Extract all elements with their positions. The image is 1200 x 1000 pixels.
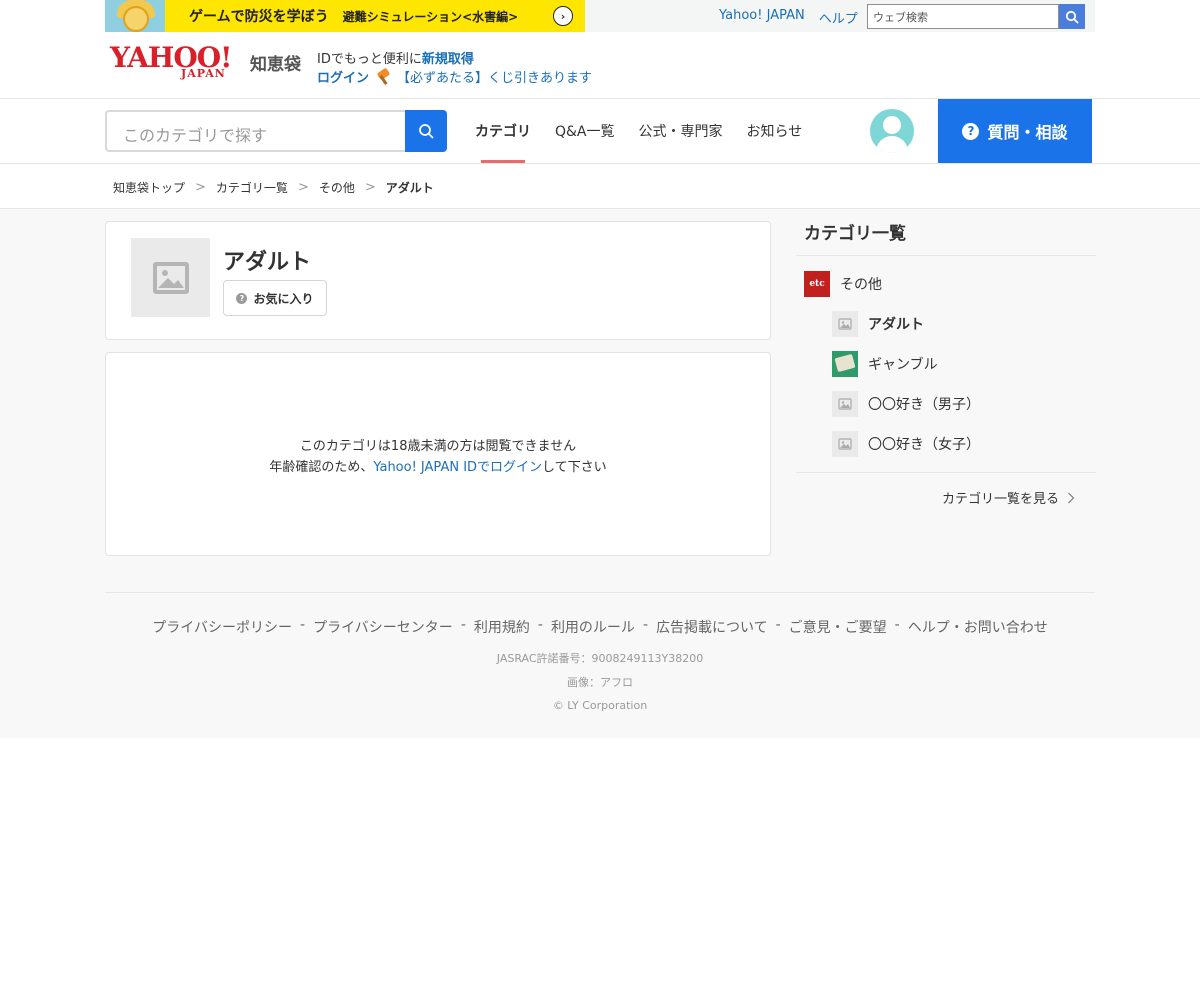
breadcrumb-category-list[interactable]: カテゴリ一覧 xyxy=(216,179,288,196)
footer-link-privacy-policy[interactable]: プライバシーポリシー xyxy=(152,617,292,637)
breadcrumb-other[interactable]: その他 xyxy=(319,179,355,196)
signup-link[interactable]: 新規取得 xyxy=(422,52,474,67)
breadcrumb-current: アダルト xyxy=(385,181,434,195)
top-links: Yahoo! JAPAN ヘルプ xyxy=(719,8,858,27)
see-all-categories-link[interactable]: カテゴリ一覧を見る xyxy=(942,488,1075,507)
favorite-label: お気に入り xyxy=(253,291,314,306)
avatar[interactable] xyxy=(870,109,914,153)
age-verification-prefix: 年齢確認のため、 xyxy=(269,460,374,475)
sidebar-item-label: アダルト xyxy=(868,317,924,333)
tab-category[interactable]: カテゴリ xyxy=(463,99,543,163)
sidebar-divider xyxy=(796,255,1096,256)
sidebar-item-label: 〇〇好き（男子） xyxy=(868,397,980,413)
gamble-thumbnail xyxy=(832,351,858,377)
top-strip: ゲームで防災を学ぼう 避難シミュレーション<水害編> › Yahoo! JAPA… xyxy=(105,0,1095,32)
ask-question-button[interactable]: ? 質問・相談 xyxy=(938,99,1092,163)
sidebar-item-label: その他 xyxy=(840,277,882,293)
footer-separator: - xyxy=(775,617,781,633)
etc-icon: etc xyxy=(804,271,830,297)
jasrac-number: JASRAC許諾番号：9008249113Y38200 xyxy=(496,652,704,665)
yahoo-logo-japan: JAPAN xyxy=(181,67,226,80)
web-search: ウェブ検索 xyxy=(867,4,1105,29)
category-header-card: アダルト ? お気に入り xyxy=(105,221,771,340)
promo-banner[interactable]: ゲームで防災を学ぼう 避難シミュレーション<水害編> › xyxy=(105,0,585,32)
sidebar-item-other[interactable]: etc その他 xyxy=(804,271,882,297)
breadcrumb: 知恵袋トップ > カテゴリ一覧 > その他 > アダルト xyxy=(113,179,434,196)
see-all-categories-label: カテゴリ一覧を見る xyxy=(942,492,1060,507)
breadcrumb-separator-icon: > xyxy=(364,180,376,195)
footer-link-feedback[interactable]: ご意見・ご要望 xyxy=(789,617,887,637)
favorite-button[interactable]: ? お気に入り xyxy=(223,280,327,316)
category-thumbnail xyxy=(131,238,210,317)
footer-separator: - xyxy=(894,617,900,633)
web-search-input[interactable]: ウェブ検索 xyxy=(867,4,1059,29)
breadcrumb-separator-icon: > xyxy=(297,180,309,195)
question-icon: ? xyxy=(236,292,248,304)
footer-separator: - xyxy=(460,617,466,633)
nav-row: このカテゴリで探す カテゴリ Q&A一覧 公式・専門家 お知らせ ? 質問・相談 xyxy=(0,99,1200,164)
question-icon: ? xyxy=(962,122,980,140)
chevron-right-icon[interactable]: › xyxy=(553,6,573,26)
login-row: ログイン 【必ずあたる】くじ引きあります xyxy=(317,67,592,86)
sidebar-item-adult[interactable]: アダルト xyxy=(832,311,924,337)
search-icon xyxy=(1065,10,1079,24)
age-restriction-card: このカテゴリは18歳未満の方は閲覧できません 年齢確認のため、Yahoo! JA… xyxy=(105,352,771,556)
copyright: © LY Corporation xyxy=(552,699,648,712)
age-verification-message: 年齢確認のため、Yahoo! JAPAN IDでログインして下さい xyxy=(106,456,770,475)
sidebar-item-label: 〇〇好き（女子） xyxy=(868,437,980,453)
age-restriction-message: このカテゴリは18歳未満の方は閲覧できません xyxy=(299,439,577,454)
web-search-button[interactable] xyxy=(1059,4,1085,29)
search-icon xyxy=(419,124,434,139)
footer-link-advertising[interactable]: 広告掲載について xyxy=(656,617,768,637)
yahoo-japan-link[interactable]: Yahoo! JAPAN xyxy=(719,8,805,27)
category-search-button[interactable] xyxy=(405,110,447,152)
footer-link-terms[interactable]: 利用規約 xyxy=(474,617,530,637)
breadcrumb-top[interactable]: 知恵袋トップ xyxy=(113,179,185,196)
category-search: このカテゴリで探す xyxy=(105,110,447,152)
promo-headline: ゲームで防災を学ぼう xyxy=(189,9,329,25)
footer-separator: - xyxy=(537,617,543,633)
footer-separator: - xyxy=(300,617,306,633)
ask-question-label: 質問・相談 xyxy=(987,123,1068,142)
image-placeholder-icon xyxy=(152,261,189,294)
footer-links: プライバシーポリシー - プライバシーセンター - 利用規約 - 利用のルール … xyxy=(0,617,1200,637)
image-credit: 画像：アフロ xyxy=(567,676,633,689)
chevron-right-icon xyxy=(1068,492,1075,503)
id-promo-text: IDでもっと便利に xyxy=(317,52,422,67)
page-title: アダルト xyxy=(223,250,312,275)
id-promo: IDでもっと便利に新規取得 xyxy=(317,48,474,67)
sidebar-title: カテゴリ一覧 xyxy=(804,224,906,244)
category-search-input[interactable]: このカテゴリで探す xyxy=(105,110,405,152)
yahoo-id-login-link[interactable]: Yahoo! JAPAN IDでログイン xyxy=(373,460,542,475)
sidebar-item-gamble[interactable]: ギャンブル xyxy=(832,351,938,377)
sidebar-item-likes-women[interactable]: 〇〇好き（女子） xyxy=(832,431,980,457)
image-placeholder-icon xyxy=(832,431,858,457)
sidebar-item-likes-men[interactable]: 〇〇好き（男子） xyxy=(832,391,980,417)
tab-official-experts[interactable]: 公式・専門家 xyxy=(627,99,735,163)
footer-separator: - xyxy=(642,617,648,633)
footer-link-help-contact[interactable]: ヘルプ・お問い合わせ xyxy=(908,617,1048,637)
footer-link-privacy-center[interactable]: プライバシーセンター xyxy=(313,617,453,637)
image-placeholder-icon xyxy=(832,391,858,417)
tab-qa-list[interactable]: Q&A一覧 xyxy=(543,99,627,163)
promo-subline: 避難シミュレーション<水害編> xyxy=(342,9,519,24)
campaign-link[interactable]: 【必ずあたる】くじ引きあります xyxy=(397,67,592,86)
tab-notices[interactable]: お知らせ xyxy=(735,99,815,163)
footer-divider xyxy=(105,592,1095,593)
age-verification-suffix: して下さい xyxy=(542,460,607,475)
help-link[interactable]: ヘルプ xyxy=(819,8,858,27)
image-placeholder-icon xyxy=(832,311,858,337)
hammer-icon xyxy=(375,67,391,85)
breadcrumb-separator-icon: > xyxy=(195,180,206,195)
sidebar-divider xyxy=(796,472,1096,473)
footer-link-rules[interactable]: 利用のルール xyxy=(551,617,635,637)
site-header: YAHOO! JAPAN 知恵袋 IDでもっと便利に新規取得 ログイン 【必ずあ… xyxy=(0,32,1200,99)
sidebar-item-label: ギャンブル xyxy=(868,357,938,373)
nav-tabs: カテゴリ Q&A一覧 公式・専門家 お知らせ xyxy=(463,99,814,163)
promo-character-image xyxy=(105,0,165,32)
login-link[interactable]: ログイン xyxy=(317,67,369,86)
service-name[interactable]: 知恵袋 xyxy=(250,50,301,75)
